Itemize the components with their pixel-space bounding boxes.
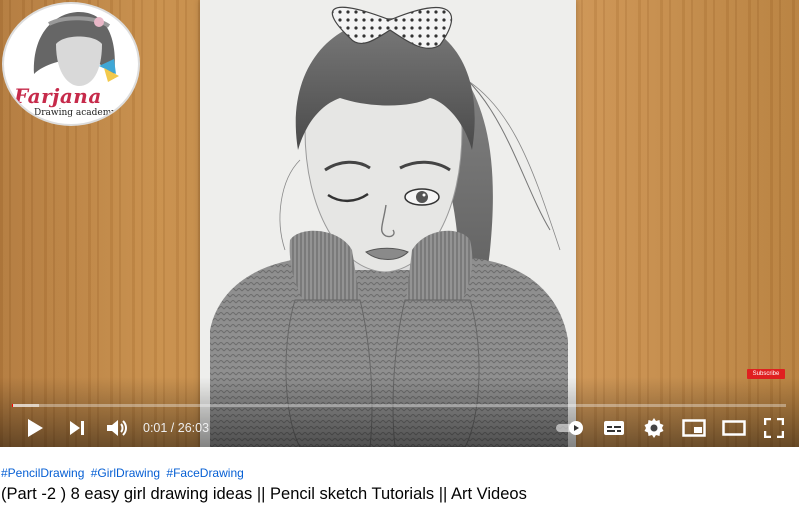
play-button[interactable] xyxy=(22,414,48,442)
theater-button[interactable] xyxy=(720,414,748,442)
miniplayer-button[interactable] xyxy=(680,414,708,442)
hashtags: #PencilDrawing #GirlDrawing #FaceDrawing xyxy=(1,466,247,480)
volume-button[interactable] xyxy=(104,414,130,442)
hashtag-link[interactable]: #GirlDrawing xyxy=(91,466,160,480)
next-button[interactable] xyxy=(64,414,90,442)
hashtag-link[interactable]: #FaceDrawing xyxy=(166,466,243,480)
settings-icon xyxy=(644,418,664,438)
subtitles-button[interactable] xyxy=(600,414,628,442)
play-icon xyxy=(28,419,43,437)
progress-played xyxy=(12,404,14,407)
video-title: (Part -2 ) 8 easy girl drawing ideas || … xyxy=(1,485,527,503)
autoplay-toggle[interactable] xyxy=(554,414,586,442)
time-display: 0:01 / 26:03 xyxy=(143,421,210,435)
progress-loaded xyxy=(12,404,40,407)
volume-icon xyxy=(107,420,127,436)
channel-logo: Farjana Drawing academy xyxy=(4,4,138,124)
video-info: #PencilDrawing #GirlDrawing #FaceDrawing… xyxy=(0,447,799,507)
theater-icon xyxy=(722,420,746,436)
subtitles-icon xyxy=(604,421,624,435)
autoplay-toggle-icon xyxy=(556,421,583,435)
logo-channel-subtitle: Drawing academy xyxy=(34,108,117,118)
settings-button[interactable] xyxy=(640,414,668,442)
fullscreen-button[interactable] xyxy=(760,414,788,442)
progress-bar[interactable] xyxy=(12,404,786,407)
fullscreen-icon xyxy=(764,418,784,438)
next-icon xyxy=(70,421,84,435)
hashtag-link[interactable]: #PencilDrawing xyxy=(1,466,84,480)
video-player[interactable]: Farjana Drawing academy Subscribe 0:01 /… xyxy=(0,0,799,447)
miniplayer-icon xyxy=(682,419,706,437)
logo-channel-name: Farjana xyxy=(14,84,102,108)
